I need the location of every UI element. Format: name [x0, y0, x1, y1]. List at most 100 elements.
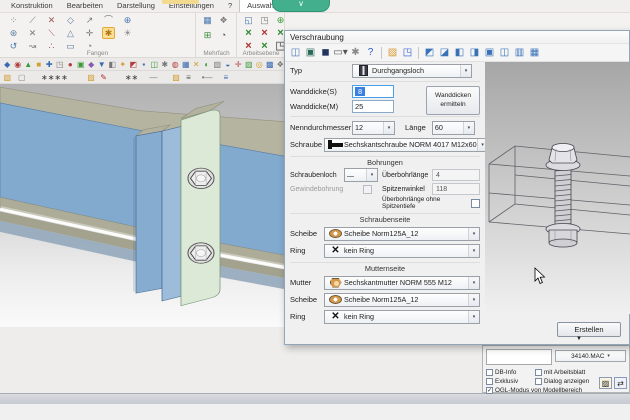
toolbar-icon[interactable]: ✕ — [191, 59, 202, 70]
dialog-toolbar-icon[interactable]: ◳ — [400, 46, 415, 60]
dialog-toolbar-icon[interactable] — [381, 46, 382, 59]
dialog-toolbar-icon[interactable]: ▣ — [482, 46, 497, 60]
multi-tool-icon[interactable]: ⊞ — [201, 29, 214, 41]
toolbar-icon[interactable]: ✱ — [160, 59, 171, 70]
toolbar-icon[interactable]: ▢ — [17, 72, 28, 83]
toolbar-icon[interactable]: ◆ — [86, 59, 97, 70]
toolbar-icon[interactable]: ◳ — [55, 59, 66, 70]
macro-load-button[interactable]: ▨ — [599, 377, 612, 389]
toolbar-icon[interactable]: ✎ — [98, 72, 109, 83]
toolbar-icon[interactable]: ≡ — [221, 72, 232, 83]
wanddicken-ermitteln-button[interactable]: Wanddicken ermitteln — [426, 86, 480, 115]
dialog-toolbar-icon[interactable]: ? — [363, 46, 378, 60]
dialog-toolbar-icon[interactable]: ▨ — [385, 46, 400, 60]
ohne-spitzentiefe-checkbox[interactable] — [471, 198, 480, 208]
ring-combo-schraubenseite[interactable]: ✕ kein Ring ▾ — [324, 243, 480, 258]
toolbar-icon[interactable]: ∗∗∗∗ — [41, 72, 68, 83]
snap-tool-icon[interactable]: ⟍ — [45, 27, 58, 39]
snap-tool-icon[interactable]: ⊕ — [121, 14, 134, 26]
toolbar-icon[interactable]: ▨ — [244, 59, 255, 70]
toolbar-icon[interactable]: ✛ — [233, 59, 244, 70]
toolbar-icon[interactable]: ≡ — [183, 72, 194, 83]
dialog-toolbar-icon[interactable]: ◼ — [318, 46, 333, 60]
dialog-toolbar-icon[interactable]: ◫ — [288, 46, 303, 60]
schraubenloch-combo[interactable]: — ▾ — [344, 168, 378, 182]
laenge-combo[interactable]: 60 ▾ — [431, 120, 475, 135]
snap-tool-icon[interactable]: ✕ — [26, 27, 39, 39]
axis-icon[interactable]: × — [258, 27, 271, 39]
toolbar-icon[interactable]: ▩ — [265, 59, 276, 70]
recorder-pill-overlay[interactable]: ∨ — [272, 0, 330, 12]
toolbar-icon[interactable]: ▨ — [2, 72, 13, 83]
toolbar-icon[interactable]: ◒ — [223, 59, 234, 70]
toolbar-icon[interactable]: ▦ — [181, 59, 192, 70]
dialog-toolbar-icon[interactable]: ▥ — [512, 46, 527, 60]
macro-sync-button[interactable]: ⇄ — [614, 377, 627, 389]
snap-tool-icon[interactable]: ✕ — [45, 14, 58, 26]
toolbar-icon[interactable]: ● — [65, 59, 76, 70]
snap-tool-icon[interactable]: ⁘ — [7, 14, 20, 26]
schraube-combo[interactable]: Sechskantschraube NORM 4017 M12x60 ▾ — [324, 137, 489, 152]
exklusiv-checkbox[interactable] — [486, 378, 493, 385]
snap-tool-icon[interactable]: ☀ — [121, 27, 134, 39]
toolbar-icon[interactable]: ▣ — [76, 59, 87, 70]
toolbar-icon[interactable]: ◧ — [107, 59, 118, 70]
dialog-title[interactable]: Verschraubung — [285, 31, 629, 44]
dialog-toolbar-icon[interactable]: ▣ — [303, 46, 318, 60]
toolbar-icon[interactable]: ✚ — [44, 59, 55, 70]
snap-tool-icon[interactable]: ⟋ — [26, 14, 39, 26]
snap-tool-icon[interactable]: ⌒ — [102, 14, 115, 26]
snap-tool-icon[interactable]: △ — [64, 27, 77, 39]
macro-list-box[interactable] — [486, 349, 552, 365]
wanddicke-m-input[interactable]: 25 — [352, 100, 394, 113]
typ-combo[interactable]: Durchgangsloch ▾ — [352, 63, 472, 78]
toolbar-icon[interactable]: ◉ — [13, 59, 24, 70]
toolbar-icon[interactable]: ▨ — [171, 72, 182, 83]
snap-tool-icon[interactable]: ⊛ — [7, 27, 20, 39]
ogl-modus-checkbox[interactable] — [486, 387, 493, 394]
menu-item[interactable]: Konstruktion — [4, 0, 60, 12]
dialog-toolbar-icon[interactable] — [418, 46, 419, 59]
scheibe-combo-mutternseite[interactable]: Scheibe Norm125A_12 ▾ — [324, 292, 480, 307]
menu-item[interactable]: ? — [221, 0, 239, 12]
toolbar-icon[interactable]: ▲ — [23, 59, 34, 70]
dialog-toolbar-icon[interactable]: ◩ — [422, 46, 437, 60]
toolbar-icon[interactable]: — — [148, 72, 159, 83]
nenndurchmesser-combo[interactable]: 12 ▾ — [352, 120, 395, 135]
mit-arbeitsblatt-checkbox[interactable] — [535, 369, 542, 376]
menu-item[interactable]: Bearbeiten — [60, 0, 110, 12]
dialog-toolbar-icon[interactable]: ◪ — [437, 46, 452, 60]
snap-tool-icon[interactable]: ✱ — [102, 27, 115, 39]
dialog-toolbar-icon[interactable]: ◧ — [452, 46, 467, 60]
toolbar-icon[interactable]: ▨ — [86, 72, 97, 83]
toolbar-icon[interactable]: ■ — [34, 59, 45, 70]
snap-tool-icon[interactable]: ↗ — [83, 14, 96, 26]
mutter-combo[interactable]: Sechskantmutter NORM 555 M12 ▾ — [324, 275, 480, 290]
workplane-tool-icon[interactable]: ⊕ — [274, 14, 287, 26]
dialog-toolbar-icon[interactable]: ◫ — [497, 46, 512, 60]
wanddicke-s-input[interactable]: 8 — [352, 85, 394, 98]
dialog-toolbar-icon[interactable]: ◨ — [467, 46, 482, 60]
dialog-toolbar-icon[interactable]: ✱ — [348, 46, 363, 60]
toolbar-icon[interactable]: ◫ — [149, 59, 160, 70]
toolbar-icon[interactable]: ◍ — [170, 59, 181, 70]
menu-item[interactable]: Darstellung — [110, 0, 162, 12]
toolbar-icon[interactable]: ◆ — [2, 59, 13, 70]
dialog-anzeigen-checkbox[interactable] — [535, 378, 542, 385]
snap-tool-icon[interactable]: ◇ — [64, 14, 77, 26]
multi-tool-icon[interactable]: ❖ — [217, 14, 230, 26]
multi-tool-icon[interactable]: ◔ — [217, 29, 230, 41]
ring-combo-mutternseite[interactable]: ✕ kein Ring ▾ — [324, 309, 480, 324]
bolt-top[interactable] — [187, 167, 215, 189]
axis-icon[interactable]: × — [242, 27, 255, 39]
toolbar-icon[interactable]: ▧ — [212, 59, 223, 70]
gewindebohrung-checkbox[interactable] — [363, 184, 372, 194]
dialog-toolbar-icon[interactable]: ▦ — [527, 46, 542, 60]
toolbar-icon[interactable]: ◩ — [128, 59, 139, 70]
toolbar-icon[interactable]: •— — [202, 72, 213, 83]
connection-plates[interactable] — [133, 101, 225, 307]
toolbar-icon[interactable]: ◐ — [202, 59, 213, 70]
toolbar-icon[interactable]: ∗∗ — [125, 72, 138, 83]
snap-tool-icon[interactable]: ✛ — [83, 27, 96, 39]
toolbar-icon[interactable]: ▪ — [139, 59, 150, 70]
